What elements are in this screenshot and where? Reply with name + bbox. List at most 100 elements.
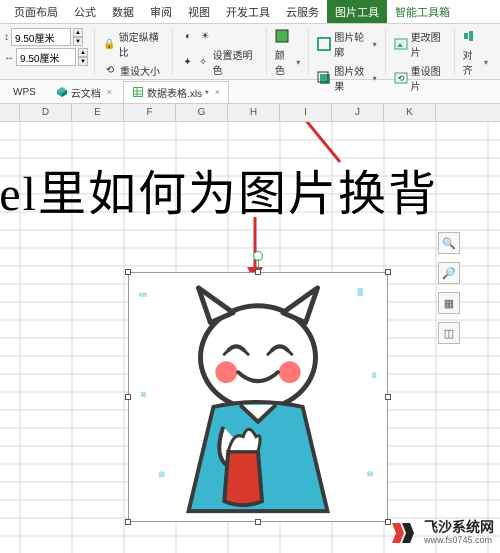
watermark: 飞沙系统网 www.fs0745.com (390, 519, 494, 547)
sparkle-icon: ✦ (181, 55, 194, 69)
spreadsheet-area[interactable]: xcel里如何为图片换背 (0, 122, 500, 553)
effects-button[interactable]: 图片效果 ▾ (315, 62, 378, 94)
align-group: 对齐 ▾ (461, 28, 496, 75)
embedded-image[interactable] (128, 272, 388, 522)
reset-pic-button[interactable]: ⟲ 重设图片 (392, 62, 448, 94)
watermark-logo (390, 519, 418, 547)
svg-text:⟲: ⟲ (397, 74, 404, 83)
doctab-file-label: 数据表格.xls * (147, 85, 209, 100)
align-label-button[interactable]: 对齐 ▾ (461, 46, 490, 78)
col-j[interactable]: J (332, 104, 384, 121)
tab-devtools[interactable]: 开发工具 (218, 0, 278, 23)
tab-data[interactable]: 数据 (104, 0, 142, 23)
set-transparent-button[interactable]: ✦ ✧ 设置透明色 (179, 46, 260, 78)
zoom-out-button[interactable]: 🔎 (438, 262, 460, 284)
handle-sw[interactable] (125, 519, 131, 525)
color-group: 颜色 ▾ (273, 28, 309, 75)
align-button[interactable] (461, 28, 490, 44)
change-pic-icon (394, 37, 408, 51)
col-h[interactable]: H (228, 104, 280, 121)
col-corner[interactable] (0, 104, 20, 121)
contrast-button[interactable]: ◐☀ (179, 28, 260, 44)
tab-review[interactable]: 审阅 (142, 0, 180, 23)
floating-toolbar: 🔍 🔎 ▦ ◫ (438, 232, 460, 344)
reset-pic-icon: ⟲ (394, 71, 408, 85)
effects-label: 图片效果 (334, 63, 368, 93)
plus-icon: 🔍 (442, 237, 456, 250)
col-g[interactable]: G (176, 104, 228, 121)
effects-icon (317, 71, 331, 85)
color-button[interactable] (273, 28, 302, 44)
handle-n[interactable] (255, 269, 261, 275)
outline-icon (317, 37, 331, 51)
grid-icon: ▦ (444, 297, 454, 310)
tab-pagelayout[interactable]: 页面布局 (6, 0, 66, 23)
reset-size-button[interactable]: ⟲ 重设大小 (101, 62, 166, 79)
menu-bar: 页面布局 公式 数据 审阅 视图 开发工具 云服务 图片工具 智能工具箱 (0, 0, 500, 24)
chevron-down-icon: ▾ (373, 40, 377, 49)
width-input[interactable] (16, 48, 76, 66)
lock-group: 🔒 锁定纵横比 ⟲ 重设大小 (101, 28, 173, 75)
contrast-icon: ◐ (181, 29, 195, 43)
sparkle2-icon: ✧ (197, 55, 210, 69)
align-label: 对齐 (463, 47, 480, 77)
tab-cloud[interactable]: 云服务 (278, 0, 327, 23)
chevron-down-icon: ▾ (484, 58, 488, 67)
tab-formula[interactable]: 公式 (66, 0, 104, 23)
tab-view[interactable]: 视图 (180, 0, 218, 23)
lock-icon: 🔒 (103, 37, 116, 51)
sheet-icon (132, 86, 144, 98)
doctab-cloud-label: 云文档 (71, 85, 101, 100)
color-label-button[interactable]: 颜色 ▾ (273, 46, 302, 78)
layout-button[interactable]: ▦ (438, 292, 460, 314)
size-group: ↕ ▲▼ ↔ ▲▼ (4, 28, 95, 75)
handle-ne[interactable] (385, 269, 391, 275)
reset-size-icon: ⟲ (103, 64, 117, 78)
cat-illustration (129, 273, 387, 521)
close-icon[interactable]: × (107, 87, 112, 97)
chevron-down-icon: ▾ (373, 74, 377, 83)
change-pic-label: 更改图片 (411, 29, 446, 59)
col-e[interactable]: E (72, 104, 124, 121)
handle-e[interactable] (385, 394, 391, 400)
adjust-group: ◐☀ ✦ ✧ 设置透明色 (179, 28, 267, 75)
height-icon: ↕ (4, 32, 9, 43)
watermark-url: www.fs0745.com (424, 536, 494, 546)
overlay-text: xcel里如何为图片换背 (0, 154, 438, 224)
change-pic-button[interactable]: 更改图片 (392, 28, 448, 60)
set-transparent-label: 设置透明色 (213, 47, 258, 77)
height-spinner[interactable]: ▲▼ (73, 28, 83, 46)
crop-button[interactable]: ◫ (438, 322, 460, 344)
outline-button[interactable]: 图片轮廓 ▾ (315, 28, 378, 60)
reset-size-label: 重设大小 (120, 63, 160, 78)
color-label: 颜色 (275, 47, 292, 77)
lock-ratio-button[interactable]: 🔒 锁定纵横比 (101, 28, 166, 60)
handle-s[interactable] (255, 519, 261, 525)
minus-icon: 🔎 (442, 267, 456, 280)
zoom-in-button[interactable]: 🔍 (438, 232, 460, 254)
doctab-cloud[interactable]: 云文档 × (47, 81, 121, 103)
col-d[interactable]: D (20, 104, 72, 121)
ribbon: ↕ ▲▼ ↔ ▲▼ 🔒 锁定纵横比 ⟲ 重设大小 ◐☀ ✦ ✧ 设置透明色 (0, 24, 500, 80)
tab-smarttools[interactable]: 智能工具箱 (387, 0, 458, 23)
width-spinner[interactable]: ▲▼ (78, 48, 88, 66)
outline-label: 图片轮廓 (334, 29, 368, 59)
col-f[interactable]: F (124, 104, 176, 121)
handle-w[interactable] (125, 394, 131, 400)
doctab-file[interactable]: 数据表格.xls * × (123, 81, 229, 103)
picture-style-group: 图片轮廓▾ 图片效果▾ (315, 28, 385, 75)
col-i[interactable]: I (280, 104, 332, 121)
chevron-down-icon: ▾ (296, 58, 300, 67)
col-k[interactable]: K (384, 104, 436, 121)
doctab-wps-label: WPS (13, 87, 36, 98)
close-icon[interactable]: × (215, 87, 220, 97)
align-icon (463, 29, 477, 43)
crop-icon: ◫ (444, 327, 454, 340)
tab-picturetools[interactable]: 图片工具 (327, 0, 387, 23)
doctab-wps[interactable]: WPS (4, 83, 45, 101)
reset-pic-label: 重设图片 (411, 63, 446, 93)
brightness-icon: ☀ (198, 29, 212, 43)
watermark-title: 飞沙系统网 (424, 520, 494, 535)
height-input[interactable] (11, 28, 71, 46)
handle-nw[interactable] (125, 269, 131, 275)
